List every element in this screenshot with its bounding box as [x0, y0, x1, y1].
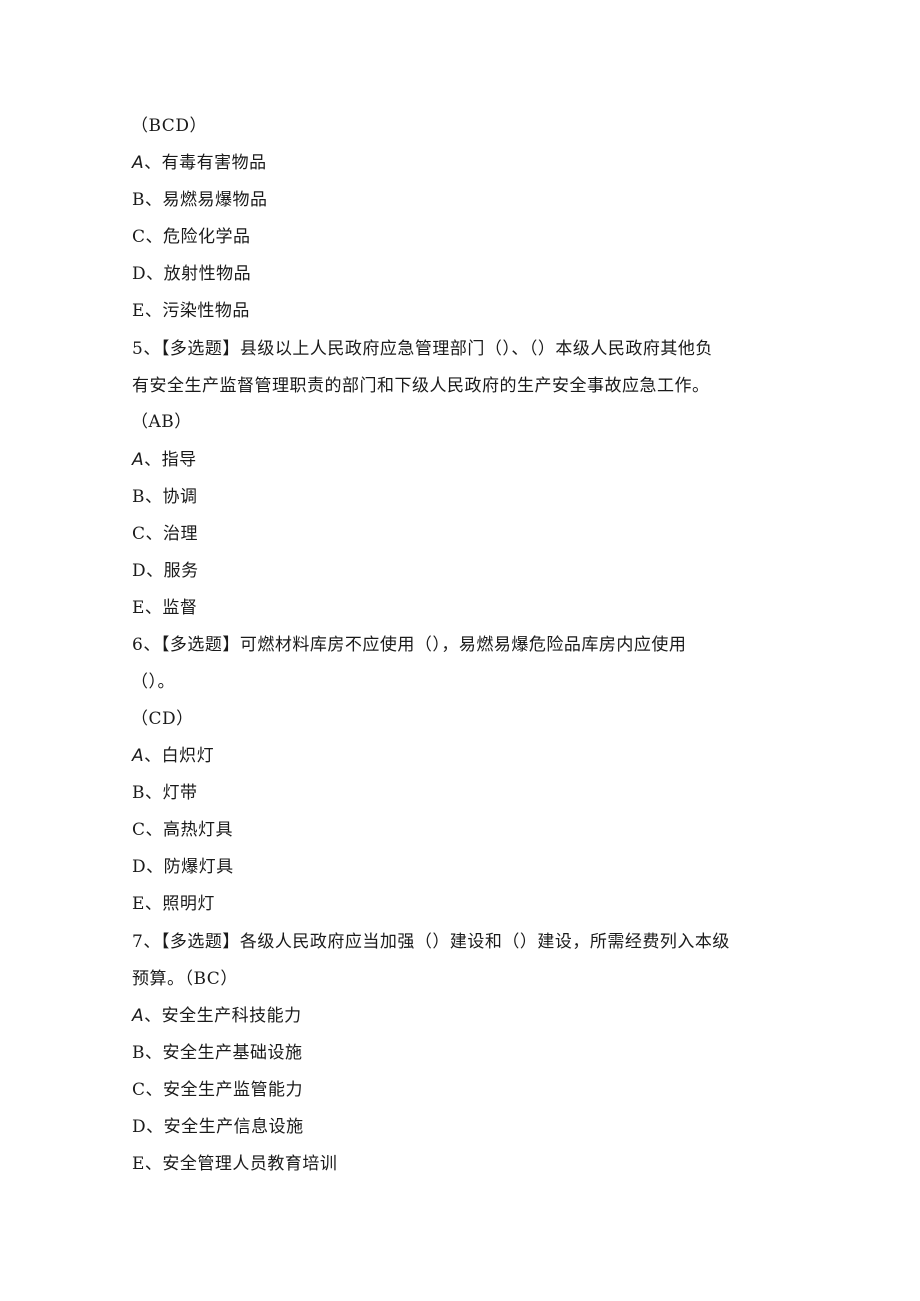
option-d: D、服务 — [132, 560, 199, 582]
option-letter: A — [132, 1006, 145, 1026]
option-letter: A — [132, 450, 145, 470]
option-e: E、照明灯 — [132, 893, 215, 915]
option-d: D、安全生产信息设施 — [132, 1116, 304, 1138]
option-text: 、危险化学品 — [145, 227, 251, 247]
option-text: 、指导 — [144, 450, 197, 470]
option-text: 、污染性物品 — [144, 301, 250, 321]
question-6-stem-line1: 6、【多选题】可燃材料库房不应使用（），易燃易爆危险品库房内应使用 — [132, 635, 687, 655]
option-text: 、灯带 — [145, 783, 198, 803]
option-a: A、安全生产科技能力 — [132, 1005, 302, 1027]
option-letter: E — [132, 894, 145, 914]
question-5-stem-line2: 有安全生产监督管理职责的部门和下级人民政府的生产安全事故应急工作。 — [132, 376, 710, 396]
option-e: E、污染性物品 — [132, 300, 250, 322]
option-text: 、易燃易爆物品 — [145, 190, 268, 210]
answer-key: （BCD） — [131, 116, 207, 136]
option-b: B、灯带 — [132, 782, 198, 804]
option-letter: B — [132, 1043, 145, 1063]
option-e: E、监督 — [132, 597, 197, 619]
option-c: C、危险化学品 — [132, 226, 251, 248]
option-letter: D — [132, 264, 147, 284]
question-7-stem-line2: 预算。（BC） — [132, 969, 238, 989]
document-page: （BCD） A、有毒有害物品 B、易燃易爆物品 C、危险化学品 D、放射性物品 … — [0, 0, 920, 1301]
option-text: 、安全生产信息设施 — [146, 1117, 304, 1137]
option-text: 、协调 — [145, 487, 198, 507]
option-text: 、治理 — [145, 524, 199, 544]
option-letter: C — [132, 820, 146, 840]
option-c: C、高热灯具 — [132, 819, 233, 841]
answer-key: （CD） — [131, 709, 194, 729]
option-letter: C — [132, 524, 146, 544]
option-letter: C — [132, 1080, 146, 1100]
option-letter: B — [132, 190, 145, 210]
option-d: D、防爆灯具 — [132, 856, 234, 878]
option-c: C、安全生产监管能力 — [132, 1079, 303, 1101]
option-letter: A — [132, 153, 145, 173]
option-e: E、安全管理人员教育培训 — [132, 1153, 337, 1175]
option-text: 、安全管理人员教育培训 — [144, 1154, 338, 1174]
option-letter: E — [132, 301, 145, 321]
option-c: C、治理 — [132, 523, 198, 545]
question-7-stem-line1: 7、【多选题】各级人民政府应当加强（）建设和（）建设，所需经费列入本级 — [132, 932, 730, 952]
option-letter: D — [132, 857, 147, 877]
option-d: D、放射性物品 — [132, 263, 251, 285]
option-text: 、白炽灯 — [144, 746, 215, 766]
option-text: 、安全生产科技能力 — [144, 1006, 302, 1026]
option-letter: D — [132, 1117, 147, 1137]
option-letter: E — [132, 598, 145, 618]
option-a: A、指导 — [132, 449, 197, 471]
option-letter: C — [132, 227, 146, 247]
option-text: 、有毒有害物品 — [144, 153, 267, 173]
question-6-stem-line2: （）。 — [131, 672, 175, 692]
option-text: 、安全生产监管能力 — [145, 1080, 304, 1100]
option-text: 、照明灯 — [144, 894, 215, 914]
option-letter: E — [132, 1154, 145, 1174]
option-text: 、防爆灯具 — [146, 857, 234, 877]
option-text: 、放射性物品 — [146, 264, 252, 284]
option-text: 、安全生产基础设施 — [145, 1043, 303, 1063]
question-5-stem-line1: 5、【多选题】县级以上人民政府应急管理部门（）、（）本级人民政府其他负 — [132, 339, 713, 359]
option-letter: B — [132, 783, 145, 803]
option-b: B、安全生产基础设施 — [132, 1042, 303, 1064]
option-text: 、高热灯具 — [145, 820, 234, 840]
option-letter: A — [132, 746, 145, 766]
option-text: 、服务 — [146, 561, 199, 581]
option-b: B、协调 — [132, 486, 198, 508]
option-a: A、白炽灯 — [132, 745, 214, 767]
option-b: B、易燃易爆物品 — [132, 189, 268, 211]
option-letter: B — [132, 487, 145, 507]
option-text: 、监督 — [144, 598, 198, 618]
option-a: A、有毒有害物品 — [132, 152, 267, 174]
option-letter: D — [132, 561, 147, 581]
answer-key: （AB） — [131, 412, 192, 432]
